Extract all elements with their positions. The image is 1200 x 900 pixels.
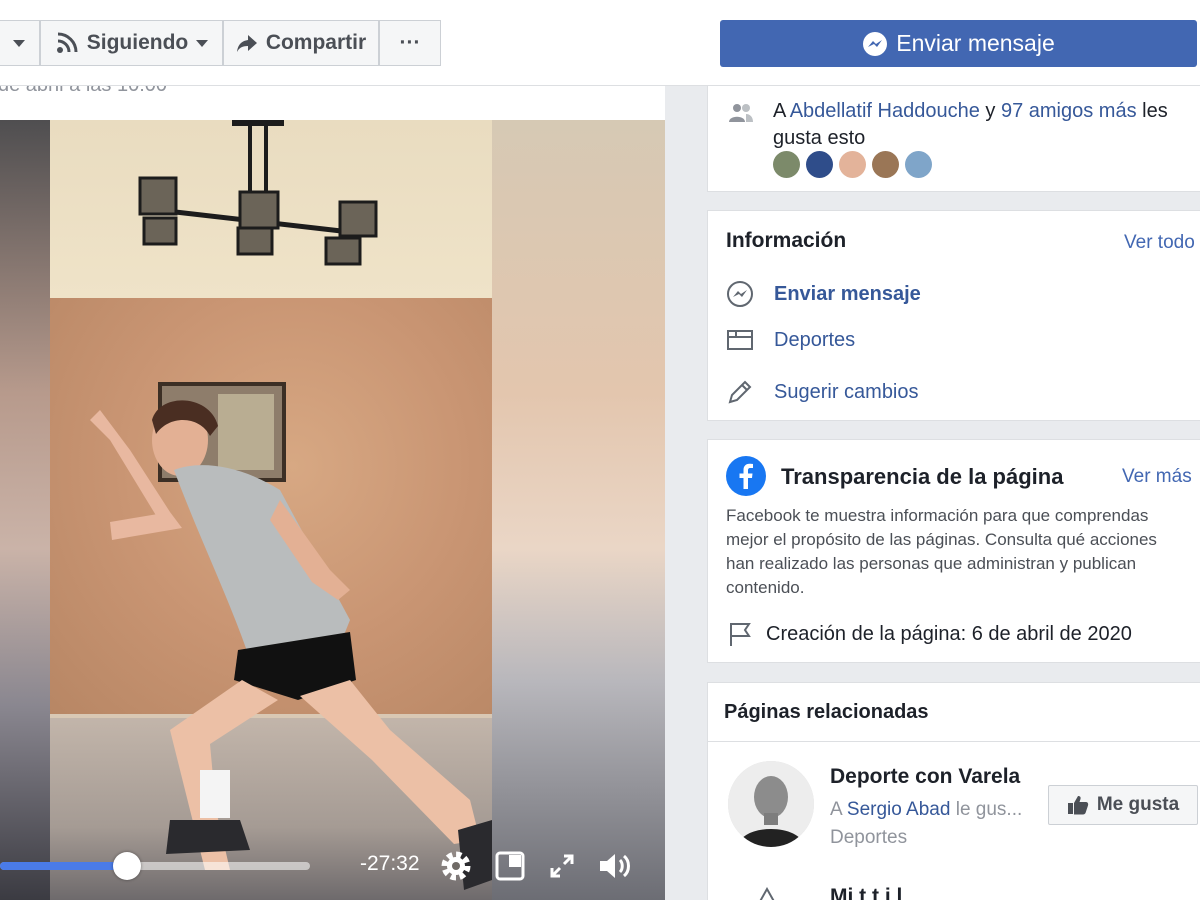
related-pages-title: Páginas relacionadas: [724, 701, 929, 723]
pip-button[interactable]: [492, 848, 528, 884]
transparency-description: Facebook te muestra información para que…: [726, 506, 1157, 597]
next-related-page-name[interactable]: Mi t t i l: [830, 885, 902, 900]
friend-avatar[interactable]: [806, 151, 833, 178]
video-frame: [50, 120, 492, 900]
profile-photo: [728, 761, 814, 847]
likes-prefix: A: [773, 100, 786, 122]
related-page-liked-by: A Sergio Abad le gus...: [830, 799, 1040, 821]
send-message-label: Enviar mensaje: [896, 30, 1055, 56]
pencil-icon: [728, 380, 752, 404]
friends-more-link[interactable]: 97 amigos más: [1001, 100, 1137, 122]
friend-avatar[interactable]: [839, 151, 866, 178]
liked-by-friend-link[interactable]: Sergio Abad: [847, 799, 951, 820]
post-timestamp: de abril a las 10:00: [0, 86, 665, 120]
friends-icon: [729, 104, 753, 122]
likes-summary: A Abdellatif Haddouche y 97 amigos más l…: [773, 98, 1198, 152]
fullscreen-button[interactable]: [544, 848, 580, 884]
gear-icon: [441, 851, 471, 881]
info-row-suggest-edits[interactable]: Sugerir cambios: [726, 377, 919, 407]
send-message-button[interactable]: Enviar mensaje: [720, 20, 1197, 67]
like-page-button[interactable]: Me gusta: [1048, 785, 1198, 825]
friend-avatar[interactable]: [773, 151, 800, 178]
likes-conjunction: y: [985, 100, 996, 122]
like-page-label: Me gusta: [1096, 794, 1180, 815]
share-icon: [236, 35, 257, 52]
messenger-icon: [727, 281, 753, 307]
following-label: Siguiendo: [86, 31, 189, 54]
video-player[interactable]: -27:32: [0, 120, 665, 900]
following-button[interactable]: Siguiendo: [40, 20, 223, 66]
video-controls: -27:32: [0, 830, 665, 900]
picture-in-picture-icon: [495, 851, 525, 881]
info-row-send-message[interactable]: Enviar mensaje: [726, 279, 921, 309]
see-all-link[interactable]: Ver todo: [1124, 232, 1195, 254]
more-icon: ···: [399, 31, 421, 54]
friend-name-link[interactable]: Abdellatif Haddouche: [790, 100, 980, 122]
time-remaining: -27:32: [360, 852, 420, 875]
info-row-category[interactable]: Deportes: [726, 325, 855, 355]
friend-avatar[interactable]: [872, 151, 899, 178]
volume-icon: [600, 854, 630, 878]
page-creation-date: Creación de la página: 6 de abril de 202…: [766, 622, 1132, 645]
friend-avatar[interactable]: [905, 151, 932, 178]
more-options-button[interactable]: ···: [379, 20, 441, 66]
category-icon: [727, 330, 753, 350]
thumbs-up-icon: [1067, 796, 1088, 815]
divider: [708, 741, 1200, 742]
related-page-name[interactable]: Deporte con Varela: [830, 765, 1020, 789]
video-post: de abril a las 10:00: [0, 86, 665, 900]
liked-by-suffix: le gus...: [955, 799, 1023, 820]
like-dropdown-button[interactable]: [0, 20, 40, 66]
chevron-down-icon: [196, 39, 209, 47]
settings-button[interactable]: [438, 848, 474, 884]
share-label: Compartir: [265, 31, 367, 54]
page-transparency-card: Transparencia de la página Ver más Faceb…: [707, 439, 1200, 663]
video-blur-left: [0, 120, 50, 900]
share-button[interactable]: Compartir: [223, 20, 379, 66]
messenger-icon: [863, 31, 888, 56]
friend-avatars: [773, 151, 938, 178]
fullscreen-icon: [550, 854, 574, 878]
page-likes-card: A Abdellatif Haddouche y 97 amigos más l…: [707, 86, 1200, 192]
info-card: Información Ver todo Enviar mensaje Depo…: [707, 210, 1200, 421]
related-page-category: Deportes: [830, 827, 908, 848]
info-title: Información: [726, 229, 847, 252]
page-creation-row: Creación de la página: 6 de abril de 202…: [726, 620, 1132, 648]
liked-by-prefix: A: [830, 799, 842, 820]
progress-fill: [0, 862, 127, 870]
page-action-bar: Siguiendo Compartir ··· Enviar mensaje: [0, 0, 1200, 86]
chevron-down-icon: [13, 39, 25, 47]
info-suggest-label: Sugerir cambios: [774, 380, 919, 403]
related-pages-card: Páginas relacionadas Deporte con Varela …: [707, 682, 1200, 900]
video-blur-right: [492, 120, 665, 900]
page-icon: [759, 887, 775, 900]
post-time-text: de abril a las 10:00: [0, 86, 167, 97]
transparency-title: Transparencia de la página: [781, 464, 1064, 489]
progress-scrubber[interactable]: [113, 852, 141, 880]
volume-button[interactable]: [598, 848, 634, 884]
rss-icon: [56, 32, 78, 53]
info-send-message-label: Enviar mensaje: [774, 282, 921, 305]
facebook-logo-icon: [726, 456, 766, 496]
see-more-link[interactable]: Ver más: [1122, 466, 1192, 488]
exercising-person: [90, 400, 492, 890]
related-page-avatar[interactable]: [728, 761, 814, 847]
flag-icon: [730, 623, 751, 646]
info-category-label: Deportes: [774, 328, 856, 351]
